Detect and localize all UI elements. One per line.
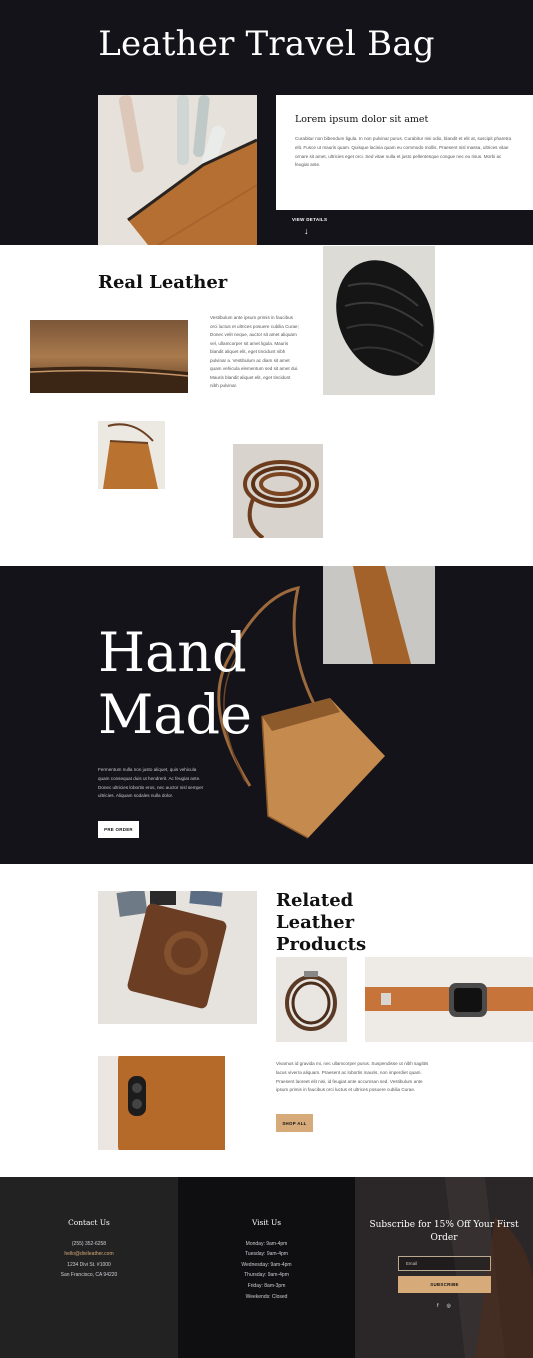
tan-crossbody-bag-image	[98, 421, 165, 489]
related-products-title: Related Leather Products	[276, 890, 367, 955]
subscribe-heading: Subscribe for 15% Off Your First Order	[369, 1220, 519, 1243]
black-leather-bag-image	[323, 246, 435, 395]
hours-tuesday: Tuesday: 9am-4pm	[245, 1251, 288, 1257]
email-input[interactable]: Email	[398, 1256, 491, 1271]
visit-us-block: Visit Us Monday: 9am-4pm Tuesday: 9am-4p…	[178, 1218, 355, 1303]
social-links: f ◎	[355, 1303, 533, 1309]
coiled-belt-image	[276, 957, 347, 1042]
hours-weekends: Weekends: Closed	[245, 1294, 288, 1300]
hours-thursday: Thursday: 9am-4pm	[244, 1272, 289, 1278]
contact-heading: Contact Us	[68, 1218, 110, 1227]
camera-leather-case-image	[98, 891, 257, 1024]
leather-phone-case-image	[98, 1056, 225, 1150]
leather-pouch-image	[98, 95, 257, 245]
shop-all-button[interactable]: SHOP ALL	[276, 1114, 313, 1132]
contact-address-line1: 1234 Divi St. #1000	[67, 1261, 111, 1268]
subscribe-button[interactable]: SUBSCRIBE	[398, 1276, 491, 1293]
page-title: Leather Travel Bag	[98, 24, 435, 64]
contact-us-block: Contact Us (255) 352-6258 hello@diviIeat…	[0, 1218, 178, 1281]
view-details-link[interactable]: VIEW DETAILS	[292, 217, 327, 222]
contact-address-line2: San Francisco, CA 94220	[60, 1272, 118, 1278]
handmade-title-line1: Hand	[98, 621, 247, 684]
leather-texture-image	[30, 320, 188, 393]
hours-monday: Monday: 9am-4pm	[245, 1240, 288, 1247]
real-leather-text: Vestibulum ante ipsum primis in faucibus…	[210, 315, 299, 388]
handmade-title: Hand Made	[98, 622, 252, 746]
instagram-icon[interactable]: ◎	[447, 1303, 451, 1309]
contact-email-link[interactable]: hello@diviIeather.com	[0, 1249, 178, 1260]
hero-card-text: Curabitur non bibendum ligula. In non pu…	[295, 136, 512, 168]
watch-leather-band-image	[365, 957, 533, 1042]
hero-card-heading: Lorem ipsum dolor sit amet	[295, 114, 429, 125]
pre-order-button[interactable]: PRE ORDER	[98, 821, 139, 838]
visit-heading: Visit Us	[251, 1218, 282, 1227]
hero-info-card: Lorem ipsum dolor sit amet Curabitur non…	[276, 95, 533, 210]
contact-phone[interactable]: (255) 352-6258	[0, 1239, 178, 1250]
handmade-text: Fermentum nulla non justo aliquet, quis …	[98, 767, 204, 799]
hours-wednesday: Wednesday: 9am-4pm	[241, 1261, 292, 1268]
coiled-leather-strap-image	[233, 444, 323, 538]
handmade-title-line2: Made	[98, 683, 253, 746]
hours-friday: Friday: 8am-3pm	[247, 1282, 286, 1289]
real-leather-title: Real Leather	[98, 272, 228, 293]
facebook-icon[interactable]: f	[437, 1303, 438, 1309]
related-products-text: Vivamus id gravida mi, nec ullamcorper p…	[276, 1061, 429, 1093]
arrow-down-icon[interactable]: ↓	[304, 226, 309, 236]
